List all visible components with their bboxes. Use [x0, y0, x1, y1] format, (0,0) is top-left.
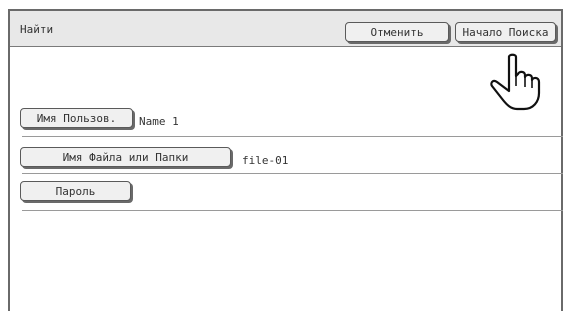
- user-name-value: Name 1: [139, 115, 179, 128]
- search-dialog: Найти Отменить Начало Поиска Имя Пользов…: [8, 9, 563, 311]
- user-name-button[interactable]: Имя Пользов.: [20, 108, 133, 128]
- start-search-button[interactable]: Начало Поиска: [455, 22, 556, 42]
- cancel-button[interactable]: Отменить: [345, 22, 449, 42]
- file-folder-name-button[interactable]: Имя Файла или Папки: [20, 147, 231, 167]
- row-divider: [22, 210, 563, 211]
- dialog-title: Найти: [20, 23, 54, 36]
- row-divider: [22, 173, 563, 174]
- pointing-hand-icon: [490, 53, 541, 111]
- file-folder-name-value: file-01: [242, 154, 289, 167]
- password-button[interactable]: Пароль: [20, 181, 131, 201]
- row-divider: [22, 136, 563, 137]
